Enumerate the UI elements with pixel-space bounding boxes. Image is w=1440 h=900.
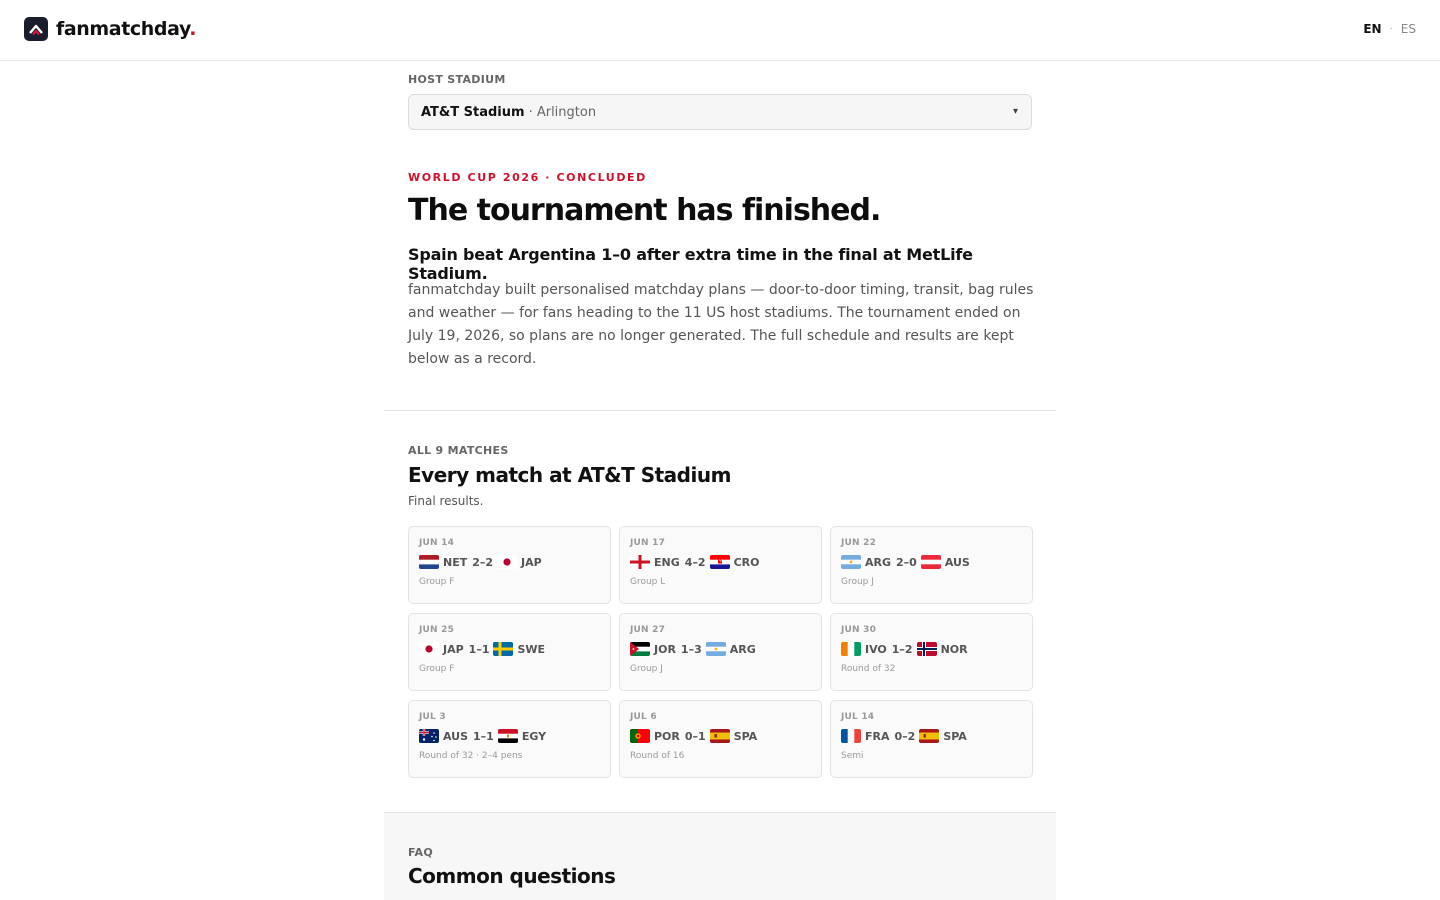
chevron-down-icon: ▾	[1012, 106, 1018, 117]
match-results-grid: JUN 14 NET 2–2 JAP Group F JUN 17 ENG 4–…	[408, 526, 1033, 778]
england-flag-icon	[630, 555, 650, 569]
away-team: SPA	[943, 729, 967, 743]
away-team: SPA	[733, 729, 758, 743]
home-team: JOR	[654, 642, 676, 656]
match-stage: Semi	[841, 751, 864, 761]
match-score: 1–3	[680, 642, 702, 656]
egypt-flag-icon	[497, 729, 518, 743]
selected-stadium-city: · Arlington	[528, 104, 597, 120]
language-switcher: EN · ES	[1363, 22, 1416, 36]
brand-dot: .	[189, 18, 197, 40]
brand-logo-link[interactable]: fanmatchday.	[24, 17, 196, 41]
match-card[interactable]: JUL 6 POR 0–1 SPA Round of 16	[619, 700, 822, 778]
match-date: JUN 14	[419, 538, 455, 548]
croatia-flag-icon	[709, 555, 730, 569]
match-date: JUN 22	[841, 538, 877, 548]
match-score: 0–1	[684, 729, 706, 743]
match-score: 1–2	[891, 642, 913, 656]
match-card[interactable]: JUN 27 JOR 1–3 ARG Group J	[619, 613, 822, 691]
match-stage: Group L	[630, 577, 666, 587]
home-team: IVO	[865, 642, 887, 656]
matches-count-label: ALL 9 MATCHES	[408, 444, 509, 457]
match-card[interactable]: JUN 22 ARG 2–0 AUS Group J	[830, 526, 1033, 604]
match-score: 2–0	[896, 555, 917, 569]
match-score: 2–2	[472, 555, 494, 569]
match-stage: Group J	[630, 664, 663, 674]
match-card[interactable]: JUN 14 NET 2–2 JAP Group F	[408, 526, 611, 604]
match-stage: Round of 32 · 2–4 pens	[419, 751, 523, 761]
france-flag-icon	[841, 729, 861, 743]
match-date: JUL 6	[630, 712, 657, 722]
away-team: ARG	[729, 642, 756, 656]
selected-stadium-name: AT&T Stadium	[421, 104, 525, 120]
page-headline: The tournament has finished.	[408, 193, 881, 228]
match-stage: Group F	[419, 664, 455, 674]
home-team: JAP	[443, 642, 464, 656]
austria-flag-icon	[920, 555, 941, 569]
japan-flag-icon	[419, 642, 439, 656]
match-card[interactable]: JUL 14 FRA 0–2 SPA Semi	[830, 700, 1033, 778]
match-date: JUL 14	[841, 712, 875, 722]
norway-flag-icon	[916, 642, 937, 656]
netherlands-flag-icon	[419, 555, 439, 569]
home-team: ARG	[865, 555, 892, 569]
match-card[interactable]: JUN 17 ENG 4–2 CRO Group L	[619, 526, 822, 604]
match-card[interactable]: JUN 30 IVO 1–2 NOR Round of 32	[830, 613, 1033, 691]
app-logo-icon	[24, 17, 48, 41]
match-date: JUN 17	[630, 538, 666, 548]
argentina-flag-icon	[705, 642, 726, 656]
matches-section-title: Every match at AT&T Stadium	[408, 463, 731, 487]
match-card[interactable]: JUN 25 JAP 1–1 SWE Group F	[408, 613, 611, 691]
away-team: AUS	[944, 555, 970, 569]
language-en-link[interactable]: EN	[1363, 22, 1381, 36]
match-stage: Round of 32	[841, 664, 896, 674]
host-stadium-select[interactable]: AT&T Stadium · Arlington ▾	[408, 94, 1032, 130]
faq-label: FAQ	[408, 846, 434, 859]
argentina-flag-icon	[841, 555, 861, 569]
portugal-flag-icon	[630, 729, 650, 743]
brand-name: fanmatchday.	[56, 18, 197, 40]
match-card[interactable]: JUL 3 AUS 1–1 EGY Round of 32 · 2–4 pens	[408, 700, 611, 778]
japan-flag-icon	[497, 555, 518, 569]
language-es-link[interactable]: ES	[1401, 22, 1416, 36]
home-team: ENG	[654, 555, 680, 569]
sweden-flag-icon	[493, 642, 514, 656]
match-stage: Round of 16	[630, 751, 685, 761]
match-date: JUL 3	[419, 712, 446, 722]
spain-flag-icon	[709, 729, 730, 743]
match-score: 4–2	[684, 555, 706, 569]
match-stage: Group J	[841, 577, 874, 587]
final-result-summary: Spain beat Argentina 1–0 after extra tim…	[408, 245, 973, 283]
ivory-coast-flag-icon	[841, 642, 861, 656]
home-team: AUS	[443, 729, 469, 743]
match-date: JUN 27	[630, 625, 666, 635]
away-team: NOR	[940, 642, 968, 656]
section-divider	[384, 410, 1056, 411]
intro-paragraph: fanmatchday built personalised matchday …	[408, 282, 1034, 367]
top-navigation-bar: fanmatchday. EN · ES	[0, 0, 1440, 61]
away-team: EGY	[521, 729, 547, 743]
away-team: CRO	[733, 555, 760, 569]
match-date: JUN 30	[841, 625, 877, 635]
away-team: JAP	[521, 555, 542, 569]
home-team: FRA	[865, 729, 890, 743]
language-separator: ·	[1389, 23, 1393, 35]
home-team: POR	[654, 729, 680, 743]
matches-section-subtitle: Final results.	[408, 494, 484, 508]
tournament-status-kicker: WORLD CUP 2026 · CONCLUDED	[408, 171, 647, 184]
match-stage: Group F	[419, 577, 455, 587]
jordan-flag-icon	[630, 642, 650, 656]
away-team: SWE	[517, 642, 546, 656]
australia-flag-icon	[419, 729, 439, 743]
match-score: 1–1	[473, 729, 494, 743]
faq-title: Common questions	[408, 864, 616, 888]
home-team: NET	[443, 555, 468, 569]
match-date: JUN 25	[419, 625, 455, 635]
match-score: 0–2	[894, 729, 916, 743]
spain-flag-icon	[919, 729, 940, 743]
host-stadium-label: HOST STADIUM	[408, 73, 506, 86]
match-score: 1–1	[468, 642, 490, 656]
